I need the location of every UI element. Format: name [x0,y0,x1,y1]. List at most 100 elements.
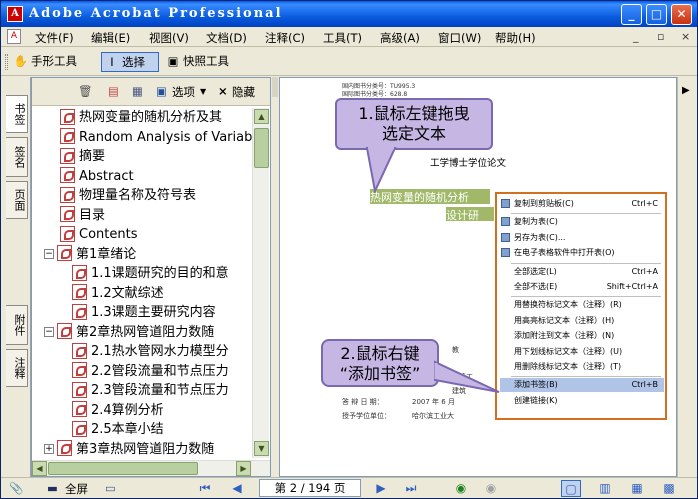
context-menu-item[interactable]: 添加书签(B) Ctrl+B [500,378,664,393]
context-menu-item[interactable]: 用下划线标记文本（注释）(U) [500,345,664,359]
menu-tools[interactable]: 工具(T) [323,30,362,46]
context-menu-item[interactable]: 添加附注到文本（注释）(N) [500,329,664,343]
delete-bookmark-icon[interactable]: 🗑 [78,84,93,98]
close-icon[interactable]: × [218,84,228,98]
continuous-facing-icon[interactable]: ▩ [659,480,679,497]
options-menu[interactable]: 选项 [172,84,195,100]
close-button[interactable]: ✕ [671,4,692,25]
tab-pages[interactable]: 页面 [6,181,28,219]
bookmark-item[interactable]: 1.2文献综述 [72,284,164,304]
bookmark-item[interactable]: 2.5本章小结 [72,420,164,440]
bookmark-label: 热网变量的随机分析及其 [79,110,223,125]
menu-comments[interactable]: 注释(C) [265,30,305,46]
menu-file[interactable]: 文件(F) [35,30,74,46]
panel-splitter[interactable] [271,77,279,477]
hscroll-thumb[interactable] [48,462,198,475]
scroll-down-arrow-icon[interactable]: ▼ [254,441,269,456]
minimize-button[interactable]: _ [621,4,642,25]
bookmark-item[interactable]: + 第3章热网管道阻力数随 [44,440,214,459]
menu-window[interactable]: 窗口(W) [438,30,481,46]
bookmark-item[interactable]: 目录 [60,206,105,226]
previous-view-icon[interactable]: ◉ [451,480,471,497]
context-menu-item[interactable]: 创建链接(K) [500,394,664,408]
menu-item-icon [501,199,510,208]
bookmark-item[interactable]: 2.3管段流量和节点压力 [72,381,229,401]
menu-help[interactable]: 帮助(H) [495,30,536,46]
menu-advanced[interactable]: 高级(A) [380,30,420,46]
context-menu-item[interactable]: 复制到剪贴板(C) Ctrl+C [500,197,664,211]
context-menu-item[interactable]: 用替换符标记文本（注释）(R) [500,298,664,312]
bookmark-label: 2.5本章小结 [91,422,164,437]
scroll-left-arrow-icon[interactable]: ◀ [32,461,47,476]
select-tool-button[interactable]: I 选择 [101,52,159,72]
last-page-icon[interactable]: ⏭ [401,480,421,497]
bookmark-item[interactable]: 热网变量的随机分析及其 [60,108,222,128]
doc-restore-button[interactable]: ▫ [657,30,664,43]
bookmark-item[interactable]: 1.3课题主要研究内容 [72,303,216,323]
bookmark-item[interactable]: Random Analysis of Variable [60,128,252,148]
bookmark-item[interactable]: Abstract [60,167,134,187]
paperclip-icon[interactable]: 📎 [9,481,23,495]
context-menu-item[interactable]: 用删除线标记文本（注释）(T) [500,360,664,374]
bookmarks-horizontal-scrollbar[interactable]: ◀ ▶ [32,460,270,476]
next-page-icon[interactable]: ▶ [371,480,391,497]
single-page-icon[interactable]: ▢ [561,480,581,497]
bookmark-label: 1.1课题研究的目的和意 [91,266,229,281]
tab-bookmarks[interactable]: 书签 [6,95,28,133]
bookmark-item[interactable]: 2.4算例分析 [72,401,164,421]
context-menu-item[interactable]: 另存为表(C)... [500,231,664,245]
menu-document[interactable]: 文档(D) [206,30,247,46]
bookmark-item[interactable]: 1.1课题研究的目的和意 [72,264,229,284]
next-view-icon[interactable]: ◉ [481,480,501,497]
expand-toggle-icon[interactable]: − [44,327,54,337]
splitter-handle[interactable] [272,77,278,97]
facing-icon[interactable]: ▦ [627,480,647,497]
doc-minimize-button[interactable]: _ [633,30,639,43]
bookmark-item[interactable]: − 第1章绪论 [44,245,136,265]
menu-edit[interactable]: 编辑(E) [91,30,130,46]
previous-page-icon[interactable]: ◀ [227,480,247,497]
expand-toggle-icon[interactable]: + [44,444,54,454]
first-page-icon[interactable]: ⏮ [195,480,215,497]
selected-title-line-2[interactable]: 设计研 [446,207,494,222]
continuous-icon[interactable]: ▥ [595,480,615,497]
bookmark-item[interactable]: 摘要 [60,147,105,167]
tab-signatures[interactable]: 签名 [6,137,28,177]
context-menu-item-label: 用替换符标记文本（注释）(R) [514,300,622,310]
context-menu-item[interactable]: 全部不选(E) Shift+Ctrl+A [500,280,664,294]
fullscreen-button[interactable]: 全屏 [65,481,88,497]
tab-comments[interactable]: 注释 [6,349,28,387]
scroll-right-arrow-icon[interactable]: ▶ [236,461,251,476]
tab-attachments[interactable]: 附件 [6,305,28,345]
bookmark-item[interactable]: 物理量名称及符号表 [60,186,196,206]
scroll-up-arrow-icon[interactable]: ▲ [254,109,269,124]
expand-bookmark-icon[interactable]: ▦ [132,84,143,98]
snapshot-tool-button[interactable]: ▣ 快照工具 [163,52,243,72]
scroll-thumb[interactable] [254,128,269,168]
bookmark-item[interactable]: 2.2管段流量和节点压力 [72,362,229,382]
context-menu-item[interactable]: 用高亮标记文本（注释）(H) [500,314,664,328]
hide-panel-button[interactable]: 隐藏 [232,84,255,100]
bookmark-item[interactable]: − 第2章热网管道阻力数随 [44,323,214,343]
new-bookmark-icon[interactable]: ▤ [108,84,119,98]
menu-view[interactable]: 视图(V) [149,30,189,46]
bookmark-item[interactable]: 2.1热水管网水力模型分 [72,342,229,362]
page-size-icon[interactable]: ▭ [105,481,116,495]
context-menu-item[interactable]: 复制为表(C) [500,215,664,229]
page-number-field[interactable]: 第 2 / 194 页 [259,479,361,497]
bookmark-label: 第1章绪论 [76,246,137,262]
bookmark-label: 目录 [79,207,106,223]
expand-pane-arrow-icon[interactable]: ▶ [682,85,690,96]
bookmarks-vertical-scrollbar[interactable]: ▲ ▼ [252,108,269,458]
menu-separator [511,262,661,264]
toolbar-grip[interactable] [5,54,8,70]
context-menu-item[interactable]: 在电子表格软件中打开表(O) [500,246,664,260]
bookmark-label: 2.3管段流量和节点压力 [91,383,229,398]
doc-close-button[interactable]: × [681,30,690,43]
bookmark-item[interactable]: Contents [60,225,137,245]
expand-toggle-icon[interactable]: − [44,249,54,259]
maximize-button[interactable]: □ [646,4,667,25]
menu-separator [511,213,661,215]
context-menu-item[interactable]: 全部选定(L) Ctrl+A [500,265,664,279]
hand-tool-button[interactable]: ✋ 手形工具 [11,52,97,72]
